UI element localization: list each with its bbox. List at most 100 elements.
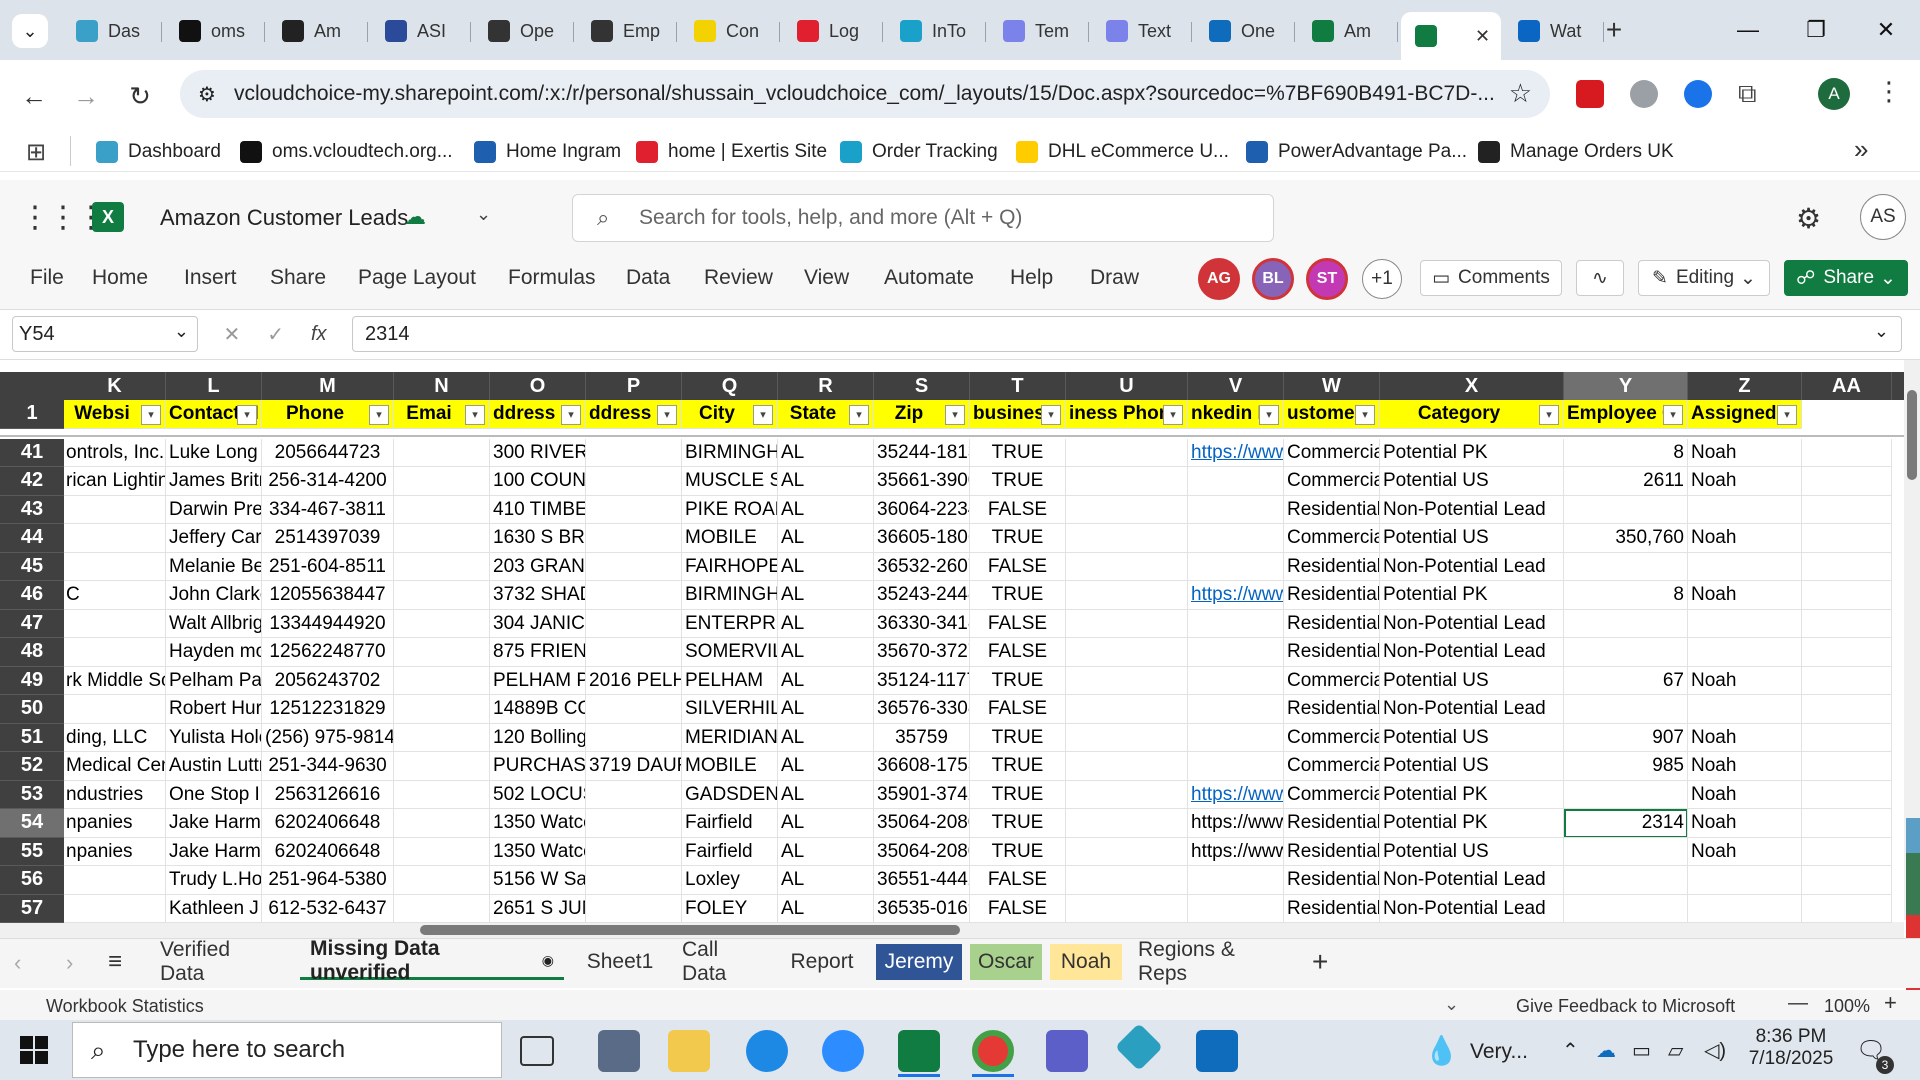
column-header-Z[interactable]: Z [1688,372,1802,400]
vertical-scroll-thumb[interactable] [1907,390,1917,480]
grid-cell-N46[interactable] [394,581,490,610]
grid-cell-S42[interactable]: 35661-3900 [874,467,970,496]
grid-cell-X56[interactable]: Non-Potential Lead [1380,866,1564,895]
grid-cell-V47[interactable] [1188,609,1284,638]
grid-cell-X42[interactable]: Potential US [1380,467,1564,496]
grid-cell-R41[interactable]: AL [778,438,874,467]
grid-cell-V55[interactable]: https://www [1188,837,1284,866]
grid-cell-Y47[interactable] [1564,609,1688,638]
grid-cell-R47[interactable]: AL [778,609,874,638]
grid-cell-O50[interactable]: 14889B COUNTY ROA [490,695,586,724]
grid-cell-R46[interactable]: AL [778,581,874,610]
grid-cell-U53[interactable] [1066,780,1188,809]
select-all-corner[interactable] [0,372,64,400]
browser-tab[interactable]: Log [783,12,883,50]
grid-cell-K46[interactable]: C [64,581,166,610]
grid-cell-W52[interactable]: Commercia [1284,752,1380,781]
column-header-O[interactable]: O [490,372,586,400]
grid-cell-V50[interactable] [1188,695,1284,724]
comments-button[interactable]: ▭ Comments [1420,260,1562,296]
grid-cell-Q51[interactable]: MERIDIAN [682,723,778,752]
grid-cell-N47[interactable] [394,609,490,638]
row-header-57[interactable]: 57 [0,894,64,923]
grid-cell-Q55[interactable]: Fairfield [682,837,778,866]
grid-cell-Y53[interactable] [1564,780,1688,809]
row-header-42[interactable]: 42 [0,467,64,496]
column-header-Q[interactable]: Q [682,372,778,400]
chrome-app-icon[interactable] [972,1030,1014,1072]
feedback-link[interactable]: Give Feedback to Microsoft [1516,996,1735,1017]
grid-cell-O51[interactable]: 120 Bolling Rd [490,723,586,752]
grid-cell-W51[interactable]: Commercia [1284,723,1380,752]
grid-cell-N41[interactable] [394,438,490,467]
workbook-title[interactable]: Amazon Customer Leads [160,205,408,231]
grid-cell-L52[interactable]: Austin Luttr [166,752,262,781]
grid-cell-O53[interactable]: 502 LOCUST ST [490,780,586,809]
grid-cell-K42[interactable]: rican Lighting [64,467,166,496]
row-header-44[interactable]: 44 [0,524,64,553]
grid-cell-P49[interactable]: 2016 PELH [586,666,682,695]
grid-cell-P55[interactable] [586,837,682,866]
bookmark-item[interactable]: Home Ingram [474,138,621,166]
grid-cell-O48[interactable]: 875 FRIENDSHIP RD [490,638,586,667]
column-header-N[interactable]: N [394,372,490,400]
grid-cell-V56[interactable] [1188,866,1284,895]
grid-cell-Z56[interactable] [1688,866,1802,895]
column-title-cell[interactable]: Zip ▾ [874,400,970,429]
grid-cell-M52[interactable]: 251-344-9630 [262,752,394,781]
grid-cell-X57[interactable]: Non-Potential Lead [1380,894,1564,923]
filter-dropdown-icon[interactable]: ▾ [465,405,485,425]
bookmark-star-icon[interactable]: ☆ [1508,78,1532,109]
filter-dropdown-icon[interactable]: ▾ [141,405,161,425]
grid-cell-AA41[interactable] [1802,438,1892,467]
grid-cell-Y43[interactable] [1564,495,1688,524]
grid-cell-X52[interactable]: Potential US [1380,752,1564,781]
activity-button[interactable]: ∿ [1576,260,1624,296]
grid-cell-T51[interactable]: TRUE [970,723,1066,752]
volume-icon[interactable]: ◁) [1704,1038,1726,1063]
grid-cell-W53[interactable]: Commercia [1284,780,1380,809]
network-icon[interactable]: ▱ [1668,1038,1683,1063]
grid-cell-AA51[interactable] [1802,723,1892,752]
browser-tab[interactable]: Con [680,12,780,50]
row-header-45[interactable]: 45 [0,552,64,581]
grid-cell-K51[interactable]: ding, LLC [64,723,166,752]
grid-cell-P50[interactable] [586,695,682,724]
sheet-tab[interactable]: Noah [1050,944,1122,980]
browser-tab[interactable]: oms [165,12,265,50]
grid-cell-AA48[interactable] [1802,638,1892,667]
grid-cell-X54[interactable]: Potential PK [1380,809,1564,838]
grid-cell-Z52[interactable]: Noah [1688,752,1802,781]
grid-cell-X47[interactable]: Non-Potential Lead [1380,609,1564,638]
grid-cell-L51[interactable]: Yulista Holc [166,723,262,752]
grid-cell-Y42[interactable]: 2611 [1564,467,1688,496]
grid-cell-R53[interactable]: AL [778,780,874,809]
column-title-cell[interactable]: ddress L ▾ [586,400,682,429]
filter-dropdown-icon[interactable]: ▾ [1355,405,1375,425]
grid-cell-V46[interactable]: https://www [1188,581,1284,610]
ribbon-tab-draw[interactable]: Draw [1090,266,1139,290]
grid-cell-U54[interactable] [1066,809,1188,838]
grid-cell-V42[interactable] [1188,467,1284,496]
grid-cell-M46[interactable]: 12055638447 [262,581,394,610]
row-header-50[interactable]: 50 [0,695,64,724]
filter-dropdown-icon[interactable]: ▾ [1663,405,1683,425]
grid-cell-W50[interactable]: Residential [1284,695,1380,724]
grid-cell-M51[interactable]: (256) 975-9814 [262,723,394,752]
grid-cell-T53[interactable]: TRUE [970,780,1066,809]
grid-cell-R43[interactable]: AL [778,495,874,524]
grid-cell-P51[interactable] [586,723,682,752]
row-header-1[interactable]: 1 [0,400,64,429]
row-header-46[interactable]: 46 [0,581,64,610]
formula-input[interactable]: 2314 ⌄ [352,316,1902,352]
grid-cell-AA57[interactable] [1802,894,1892,923]
task-view-icon[interactable] [520,1036,554,1066]
taskbar-search-input[interactable]: ⌕ Type here to search [72,1022,502,1078]
grid-cell-T52[interactable]: TRUE [970,752,1066,781]
grid-cell-X48[interactable]: Non-Potential Lead [1380,638,1564,667]
sheet-tab[interactable]: Regions & Reps [1128,938,1298,985]
grid-cell-R49[interactable]: AL [778,666,874,695]
share-button[interactable]: ☍ Share ⌄ [1784,260,1908,296]
column-header-S[interactable]: S [874,372,970,400]
grid-cell-N54[interactable] [394,809,490,838]
